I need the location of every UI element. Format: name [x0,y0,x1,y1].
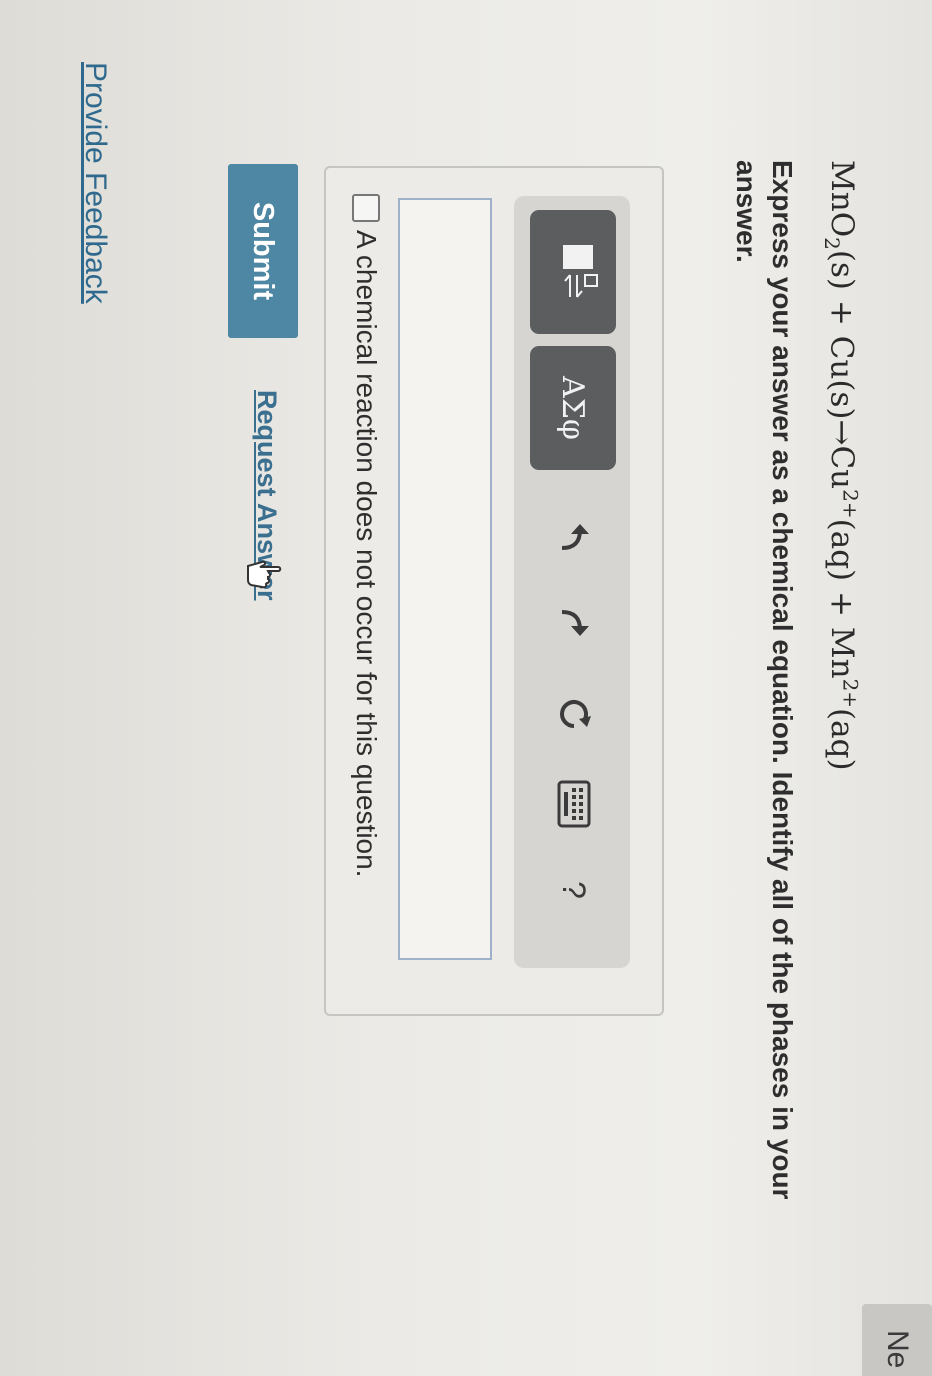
reset-icon[interactable] [546,686,602,742]
no-reaction-checkbox[interactable] [352,194,380,222]
reactant-mno2: MnO2(s) [819,160,860,290]
plus-sign: + [823,299,860,326]
provide-feedback-link[interactable]: Provide Feedback [78,62,112,304]
redo-icon[interactable] [546,594,602,650]
screen: MnO2(s) + Cu(s)→Cu2+(aq) + Mn2+(aq) Expr… [0,0,932,1376]
question-prompt: Express your answer as a chemical equati… [731,160,798,1200]
submit-button[interactable]: Submit [228,164,298,338]
hand-cursor-icon [244,552,284,592]
no-reaction-option[interactable]: A chemical reaction does not occur for t… [348,194,384,877]
undo-icon[interactable] [546,510,602,566]
next-button[interactable]: Ne [862,1304,932,1376]
question-page: MnO2(s) + Cu(s)→Cu2+(aq) + Mn2+(aq) Expr… [0,0,932,1376]
product-cu-ion: Cu2+(aq) [823,445,862,582]
templates-icon [547,241,600,303]
help-icon[interactable]: ? [546,862,602,918]
product-mn-ion: Mn2+(aq) [823,626,862,771]
keyboard-icon[interactable] [546,776,602,832]
greek-symbols-button[interactable]: ΑΣφ [530,346,616,470]
no-reaction-label: A chemical reaction does not occur for t… [351,230,382,878]
chemical-equation: MnO2(s) + Cu(s)→Cu2+(aq) + Mn2+(aq) [819,160,862,771]
reactant-cu: Cu(s) [823,335,860,420]
plus-sign: + [823,591,860,617]
reaction-arrow: → [823,419,860,446]
equation-input[interactable] [398,198,492,960]
templates-button[interactable] [530,210,616,334]
